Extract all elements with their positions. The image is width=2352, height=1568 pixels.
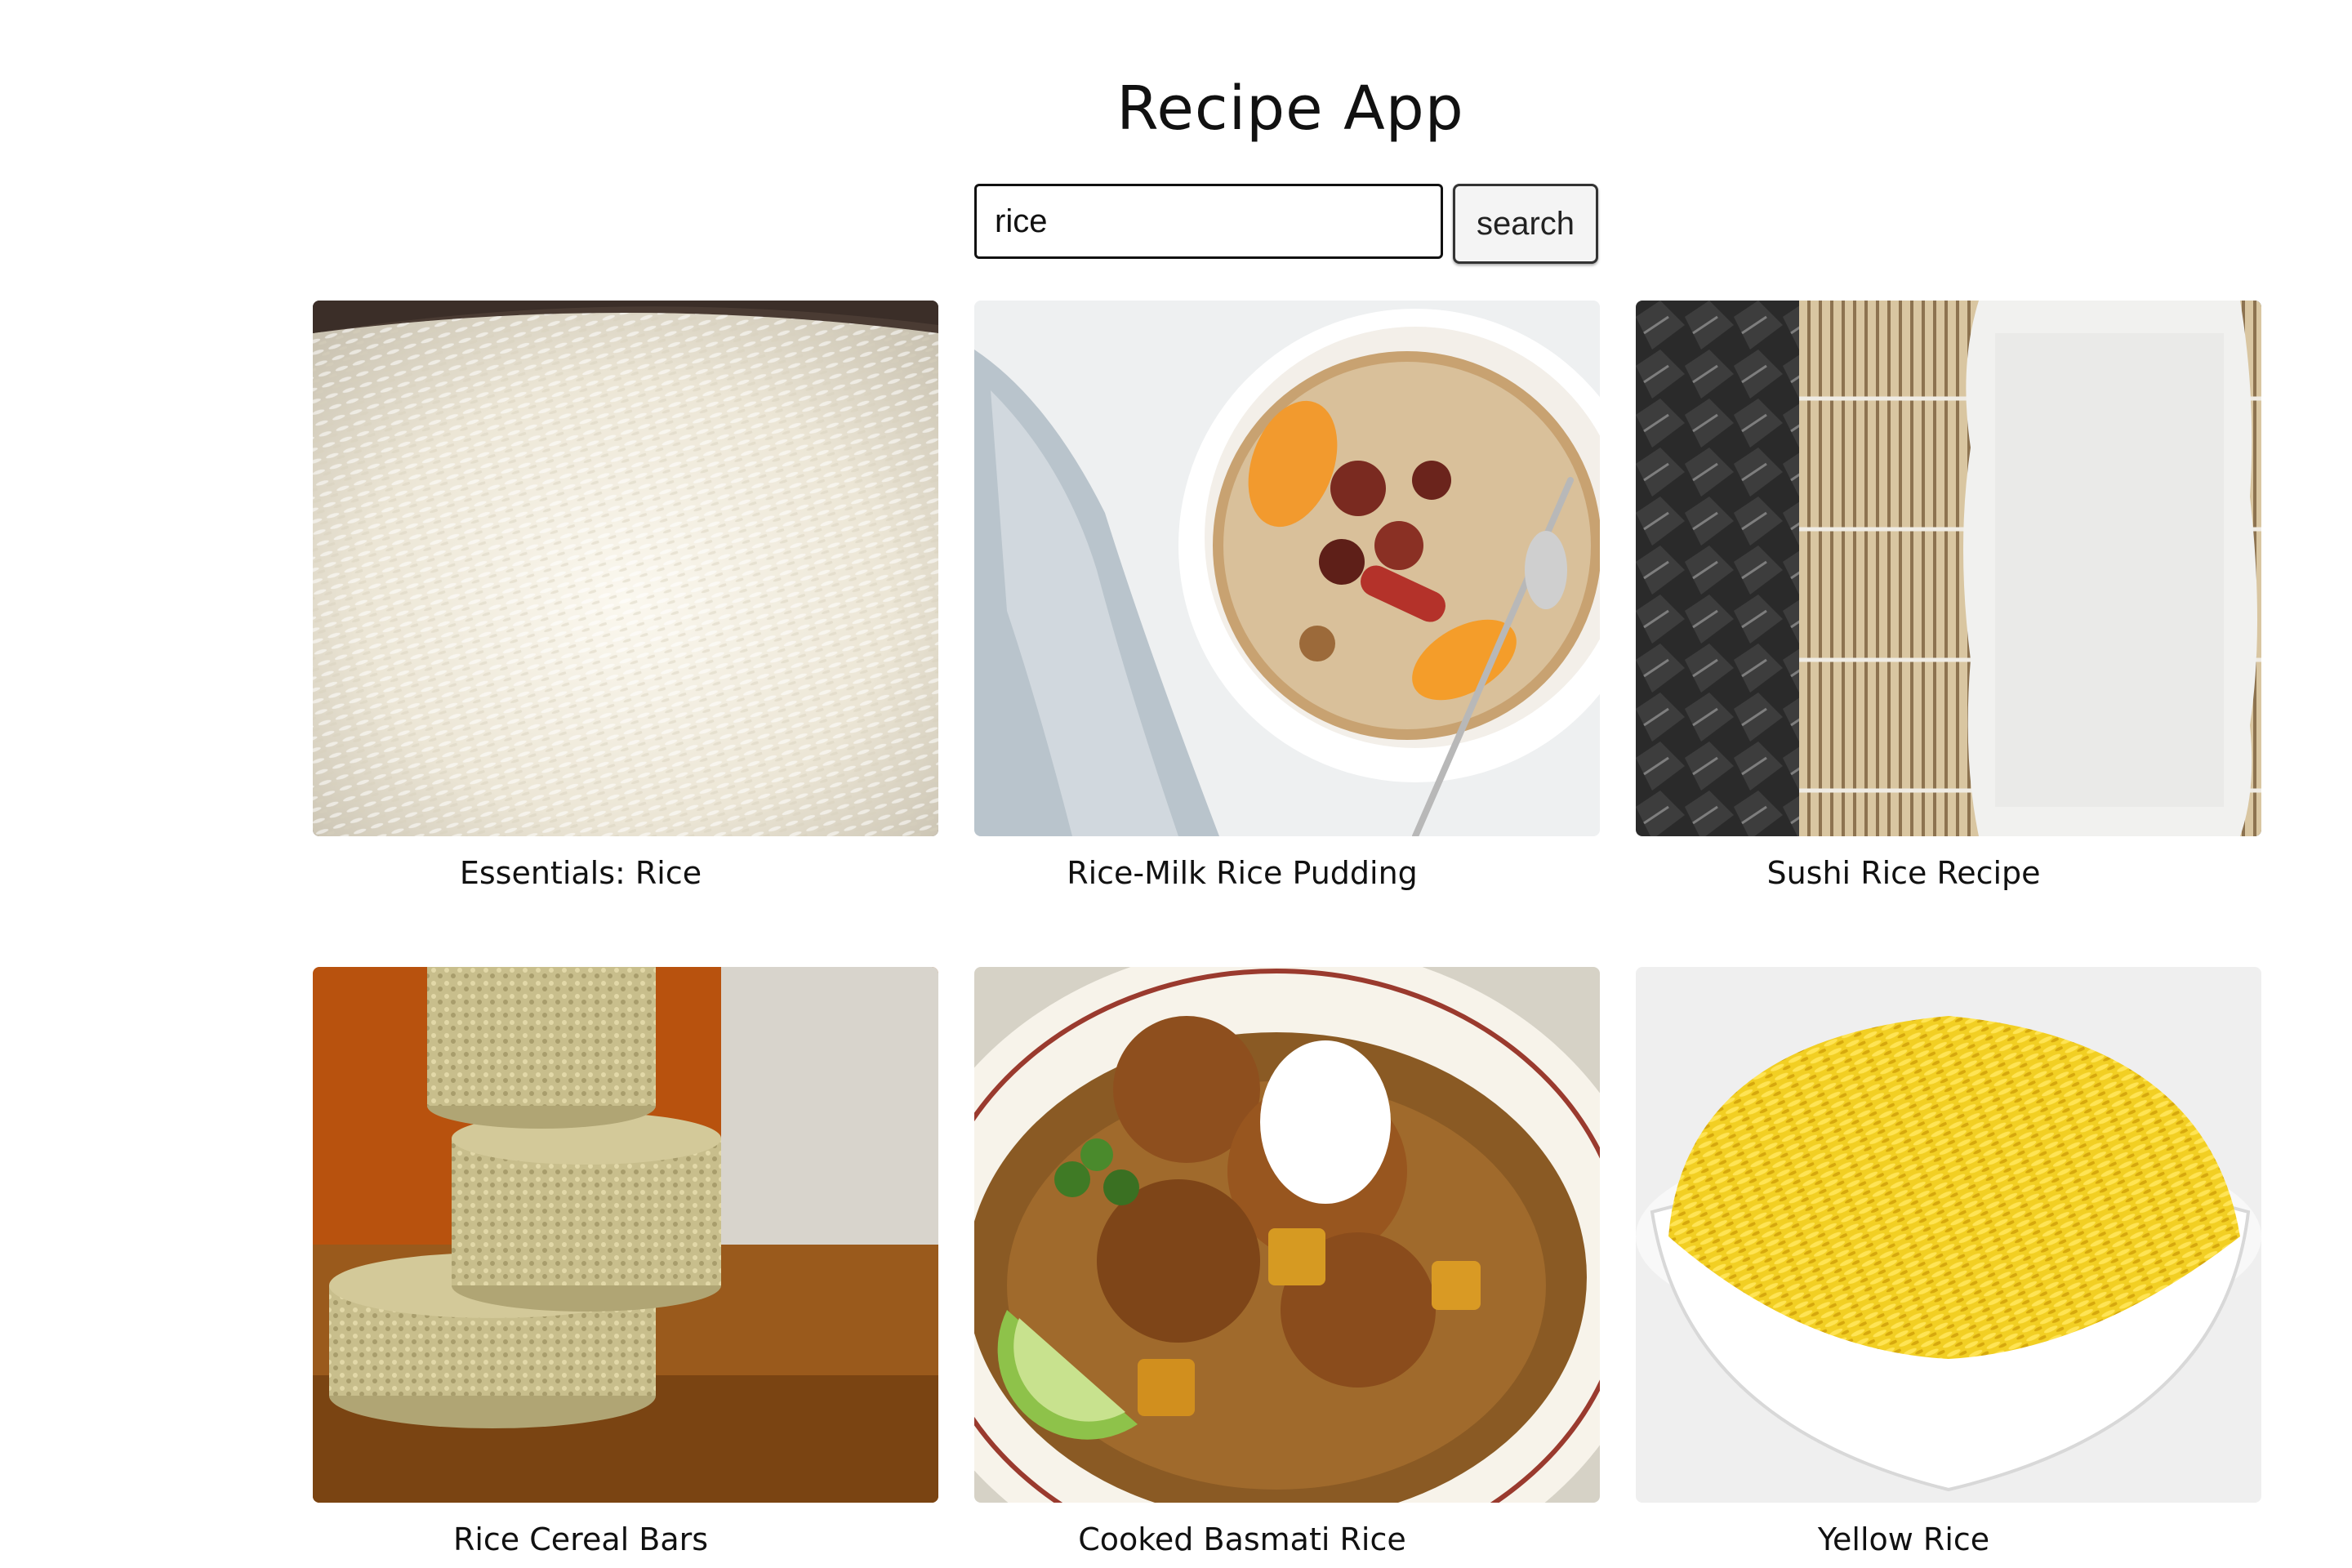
recipe-title[interactable]: Rice Cereal Bars xyxy=(313,1519,849,1560)
search-button[interactable]: search xyxy=(1453,184,1598,264)
search-form: search xyxy=(974,184,1598,265)
recipe-image-curry-plate[interactable] xyxy=(974,967,1600,1503)
recipe-title[interactable]: Essentials: Rice xyxy=(313,853,849,893)
recipe-title[interactable]: Sushi Rice Recipe xyxy=(1636,853,2172,893)
recipe-image-sushi-rice[interactable] xyxy=(1636,301,2261,836)
page-title: Recipe App xyxy=(1116,74,1464,144)
recipe-image-white-rice[interactable] xyxy=(313,301,938,836)
recipe-card[interactable]: Rice Cereal Bars xyxy=(313,967,938,1560)
recipe-image-rice-cereal-bars[interactable] xyxy=(313,967,938,1503)
recipe-image-yellow-rice[interactable] xyxy=(1636,967,2261,1503)
recipe-title[interactable]: Rice-Milk Rice Pudding xyxy=(974,853,1510,893)
recipe-image-rice-pudding[interactable] xyxy=(974,301,1600,836)
recipe-card[interactable]: Yellow Rice xyxy=(1636,967,2261,1560)
recipe-app: Recipe App search xyxy=(0,0,2352,1568)
recipe-title[interactable]: Yellow Rice xyxy=(1636,1519,2172,1560)
recipe-card[interactable]: Cooked Basmati Rice xyxy=(974,967,1600,1560)
recipe-card[interactable]: Essentials: Rice xyxy=(313,301,938,893)
search-input[interactable] xyxy=(974,184,1443,259)
recipe-title[interactable]: Cooked Basmati Rice xyxy=(974,1519,1510,1560)
recipe-card[interactable]: Rice-Milk Rice Pudding xyxy=(974,301,1600,893)
recipe-card[interactable]: Sushi Rice Recipe xyxy=(1636,301,2261,893)
recipe-grid: Essentials: Rice Rice-Milk Rice Pudding … xyxy=(313,301,2265,1560)
